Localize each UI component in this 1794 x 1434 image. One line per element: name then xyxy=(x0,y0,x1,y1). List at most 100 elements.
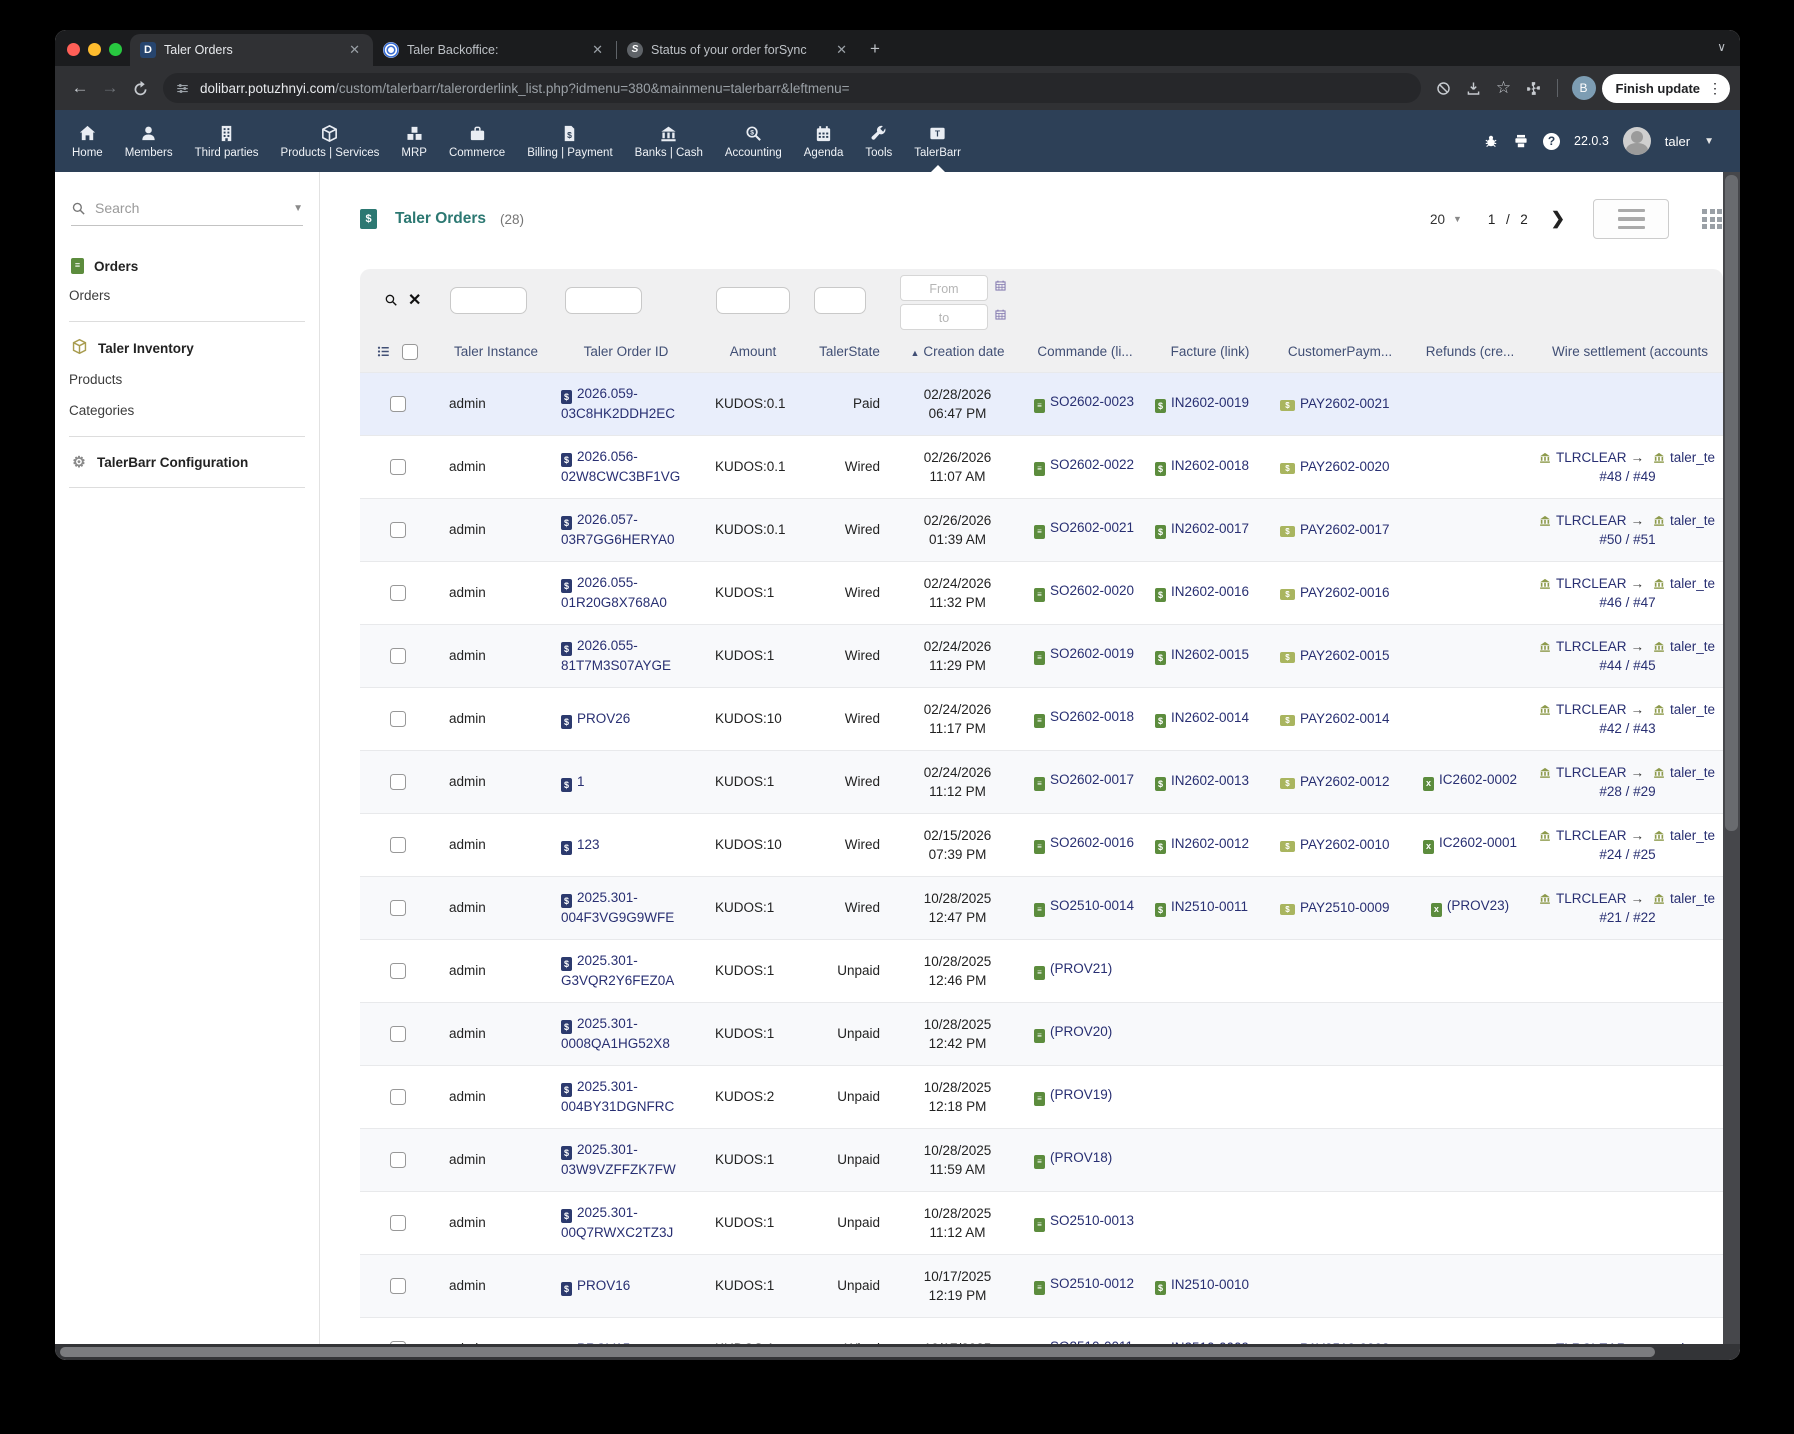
row-checkbox[interactable] xyxy=(390,711,406,727)
filter-talerstate-input[interactable] xyxy=(814,287,866,314)
payment-link[interactable]: PAY2602-0020 xyxy=(1300,459,1390,474)
row-checkbox[interactable] xyxy=(390,1278,406,1294)
profile-avatar[interactable]: B xyxy=(1572,76,1596,100)
column-taler-order-id[interactable]: Taler Order ID xyxy=(552,332,700,372)
order-id-link[interactable]: 2026.055-01R20G8X768A0 xyxy=(561,575,667,610)
sidebar-item-orders[interactable]: Orders xyxy=(69,280,305,311)
wire-target-bank-link[interactable]: taler_te xyxy=(1670,828,1715,843)
order-id-link[interactable]: 2026.059-03C8HK2DDH2EC xyxy=(561,386,675,421)
column-select-icon[interactable] xyxy=(376,344,402,359)
reload-button[interactable] xyxy=(125,73,155,103)
content-blocked-icon[interactable] xyxy=(1429,73,1459,103)
column-taler-instance[interactable]: Taler Instance xyxy=(440,332,552,372)
sidebar-section-orders[interactable]: ≡ Orders xyxy=(69,252,305,280)
commande-link[interactable]: SO2602-0021 xyxy=(1050,520,1134,535)
wire-target-bank-link[interactable]: taler_te xyxy=(1670,576,1715,591)
wire-refs-link[interactable]: #24 / #25 xyxy=(1599,847,1655,862)
browser-menu-icon[interactable]: ⋮ xyxy=(1708,80,1722,97)
order-id-link[interactable]: 2025.301-00Q7RWXC2TZ3J xyxy=(561,1205,673,1240)
commande-link[interactable]: SO2602-0016 xyxy=(1050,835,1134,850)
order-id-link[interactable]: PROV26 xyxy=(577,711,630,726)
order-id-link[interactable]: 2025.301-0008QA1HG52X8 xyxy=(561,1016,670,1051)
commande-link[interactable]: SO2510-0014 xyxy=(1050,898,1134,913)
payment-link[interactable]: PAY2602-0016 xyxy=(1300,585,1390,600)
row-checkbox[interactable] xyxy=(390,900,406,916)
nav-item-mrp[interactable]: MRP xyxy=(390,110,438,172)
nav-item-accounting[interactable]: Accounting xyxy=(714,110,793,172)
wire-target-bank-link[interactable]: taler_te xyxy=(1670,891,1715,906)
order-id-link[interactable]: 1 xyxy=(577,774,585,789)
calendar-icon[interactable] xyxy=(994,279,1007,297)
row-checkbox[interactable] xyxy=(390,774,406,790)
wire-source-bank-link[interactable]: TLRCLEAR xyxy=(1556,891,1627,906)
column-refunds[interactable]: Refunds (cre... xyxy=(1408,332,1532,372)
payment-link[interactable]: PAY2602-0017 xyxy=(1300,522,1390,537)
extensions-puzzle-icon[interactable] xyxy=(1519,73,1549,103)
commande-link[interactable]: (PROV20) xyxy=(1050,1024,1112,1039)
wire-target-bank-link[interactable]: taler_te xyxy=(1670,765,1715,780)
commande-link[interactable]: SO2602-0020 xyxy=(1050,583,1134,598)
row-checkbox[interactable] xyxy=(390,1215,406,1231)
wire-source-bank-link[interactable]: TLRCLEAR xyxy=(1556,576,1627,591)
payment-link[interactable]: PAY2510-0009 xyxy=(1300,900,1390,915)
user-avatar[interactable] xyxy=(1623,127,1651,155)
commande-link[interactable]: (PROV21) xyxy=(1050,961,1112,976)
sidebar-search[interactable]: Search ▼ xyxy=(71,200,303,226)
minimize-window-button[interactable] xyxy=(88,43,101,56)
close-tab-icon[interactable]: ✕ xyxy=(346,42,363,58)
row-checkbox[interactable] xyxy=(390,1152,406,1168)
nav-item-members[interactable]: Members xyxy=(114,110,184,172)
wire-source-bank-link[interactable]: TLRCLEAR xyxy=(1556,639,1627,654)
order-id-link[interactable]: 2025.301-G3VQR2Y6FEZ0A xyxy=(561,953,674,988)
horizontal-scrollbar-thumb[interactable] xyxy=(60,1347,1655,1357)
vertical-scrollbar[interactable] xyxy=(1723,172,1740,1344)
order-id-link[interactable]: 2025.301-004F3VG9G9WFE xyxy=(561,890,674,925)
row-checkbox[interactable] xyxy=(390,837,406,853)
site-settings-icon[interactable] xyxy=(175,81,190,96)
window-controls[interactable] xyxy=(67,43,122,56)
refund-link[interactable]: (PROV23) xyxy=(1447,898,1509,913)
wire-source-bank-link[interactable]: TLRCLEAR xyxy=(1556,702,1627,717)
order-id-link[interactable]: 2025.301-004BY31DGNFRC xyxy=(561,1079,674,1114)
facture-link[interactable]: IN2602-0014 xyxy=(1171,710,1249,725)
filter-order-id-input[interactable] xyxy=(565,287,642,314)
wire-refs-link[interactable]: #48 / #49 xyxy=(1599,469,1655,484)
install-icon[interactable] xyxy=(1459,73,1489,103)
forward-button[interactable]: → xyxy=(95,73,125,103)
wire-source-bank-link[interactable]: TLRCLEAR xyxy=(1556,828,1627,843)
commande-link[interactable]: SO2510-0013 xyxy=(1050,1213,1134,1228)
nav-item-commerce[interactable]: Commerce xyxy=(438,110,516,172)
wire-target-bank-link[interactable]: taler_te xyxy=(1670,513,1715,528)
payment-link[interactable]: PAY2602-0014 xyxy=(1300,711,1390,726)
column-customer-payment[interactable]: CustomerPaym... xyxy=(1272,332,1408,372)
refund-link[interactable]: IC2602-0001 xyxy=(1439,835,1517,850)
wire-refs-link[interactable]: #28 / #29 xyxy=(1599,784,1655,799)
nav-item-products-services[interactable]: Products | Services xyxy=(270,110,391,172)
row-checkbox[interactable] xyxy=(390,963,406,979)
new-tab-button[interactable]: + xyxy=(870,39,880,59)
column-amount[interactable]: Amount xyxy=(700,332,806,372)
filter-taler-instance-input[interactable] xyxy=(450,287,527,314)
refund-link[interactable]: IC2602-0002 xyxy=(1439,772,1517,787)
facture-link[interactable]: IN2602-0012 xyxy=(1171,836,1249,851)
nav-item-third-parties[interactable]: Third parties xyxy=(184,110,270,172)
facture-link[interactable]: IN2602-0017 xyxy=(1171,521,1249,536)
commande-link[interactable]: (PROV19) xyxy=(1050,1087,1112,1102)
nav-item-agenda[interactable]: Agenda xyxy=(793,110,855,172)
order-id-link[interactable]: 2025.301-03W9VZFFZK7FW xyxy=(561,1142,676,1177)
order-id-link[interactable]: 2026.056-02W8CWC3BF1VG xyxy=(561,449,680,484)
column-commande[interactable]: Commande (li... xyxy=(1022,332,1148,372)
close-tab-icon[interactable]: ✕ xyxy=(589,42,606,58)
sidebar-item-products[interactable]: Products xyxy=(69,364,305,395)
row-checkbox[interactable] xyxy=(390,1089,406,1105)
tab-taler-backoffice[interactable]: Taler Backoffice: ✕ xyxy=(373,34,616,66)
payment-link[interactable]: PAY2602-0010 xyxy=(1300,837,1390,852)
page-size-caret-icon[interactable]: ▼ xyxy=(1453,214,1462,224)
order-id-link[interactable]: 2026.055-81T7M3S07AYGE xyxy=(561,638,671,673)
close-window-button[interactable] xyxy=(67,43,80,56)
row-checkbox[interactable] xyxy=(390,585,406,601)
select-all-checkbox[interactable] xyxy=(402,344,418,360)
calendar-icon[interactable] xyxy=(994,308,1007,326)
address-bar[interactable]: dolibarr.potuzhnyi.com/custom/talerbarr/… xyxy=(163,73,1421,103)
apply-filter-icon[interactable] xyxy=(384,293,398,310)
